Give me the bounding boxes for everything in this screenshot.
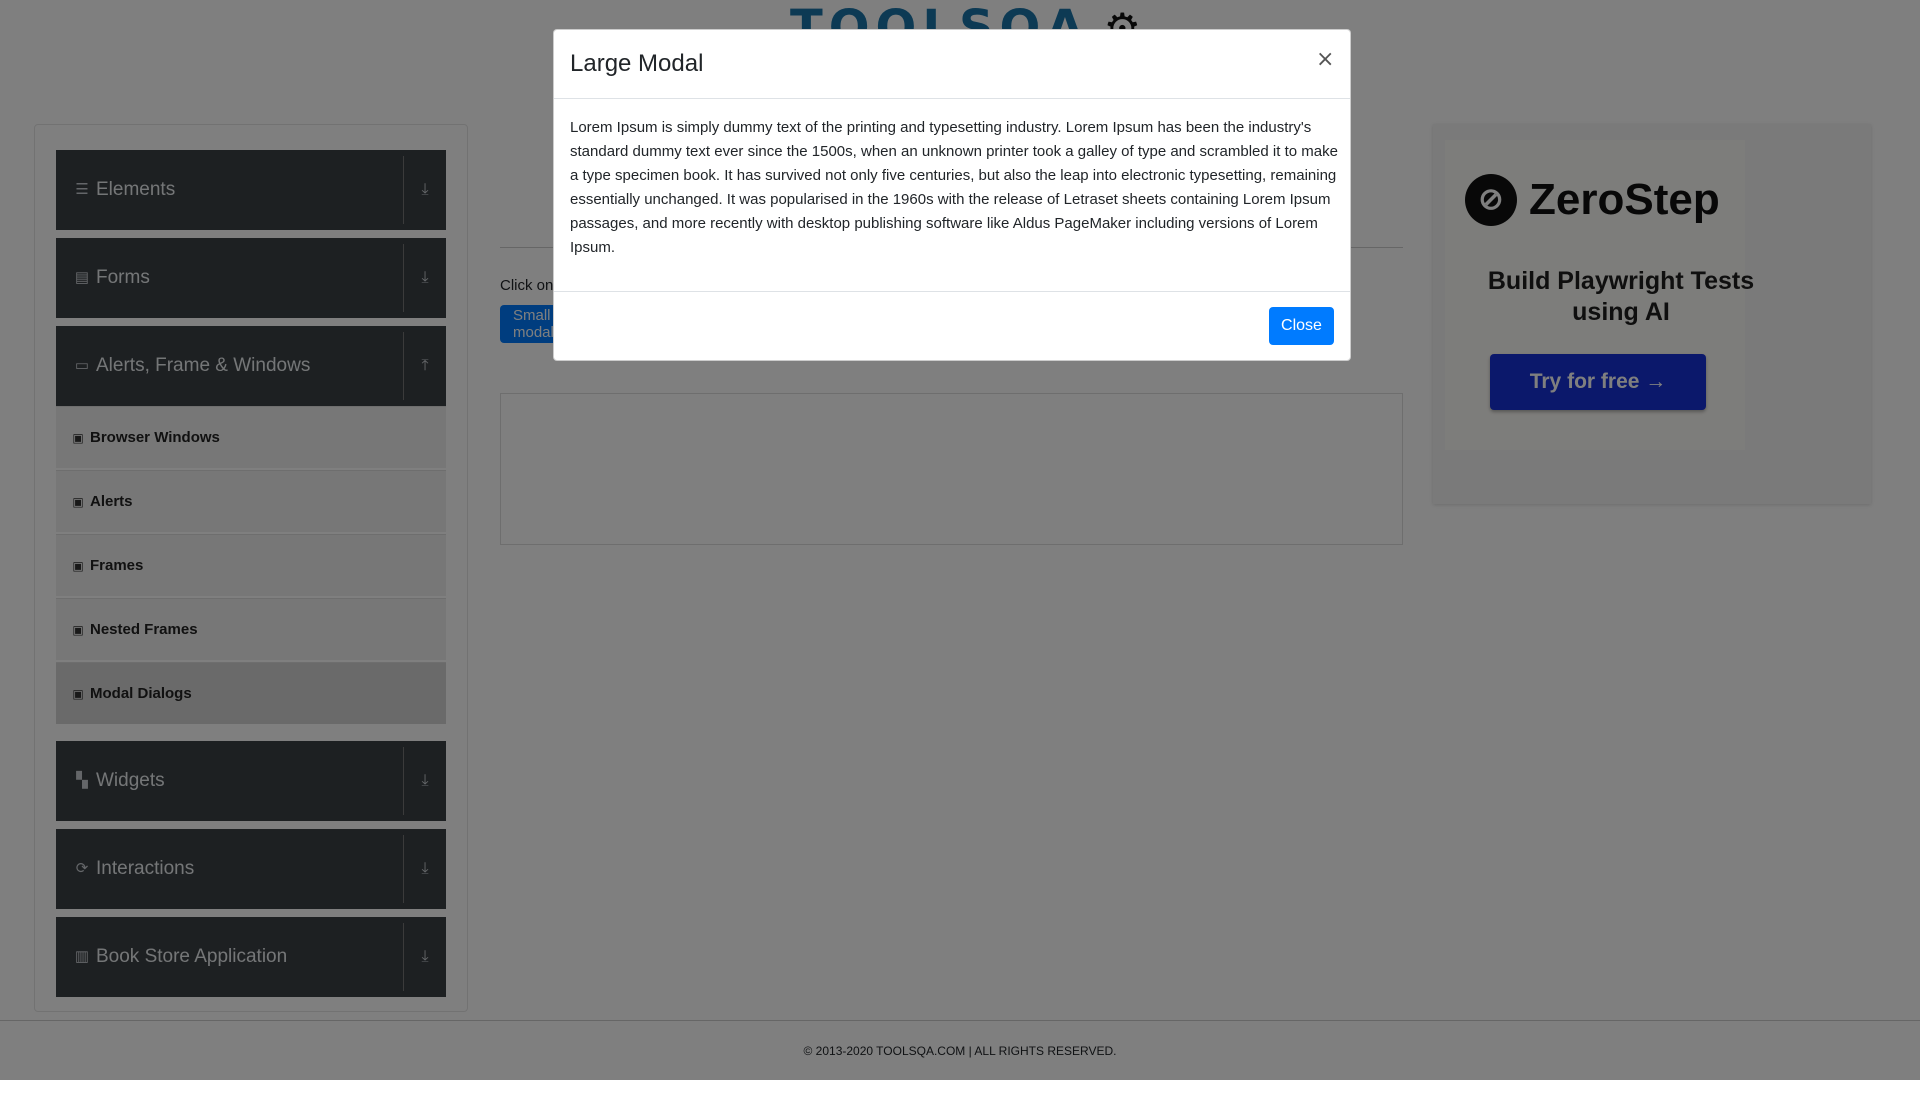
large-modal: Large Modal × Lorem Ipsum is simply dumm… [553, 29, 1351, 361]
modal-body-text: Lorem Ipsum is simply dummy text of the … [570, 119, 1338, 256]
close-icon[interactable]: × [1310, 44, 1336, 74]
modal-title: Large Modal [570, 50, 704, 77]
modal-footer: Close [554, 291, 1350, 362]
close-button[interactable]: Close [1269, 307, 1334, 345]
modal-header: Large Modal × [554, 30, 1350, 99]
